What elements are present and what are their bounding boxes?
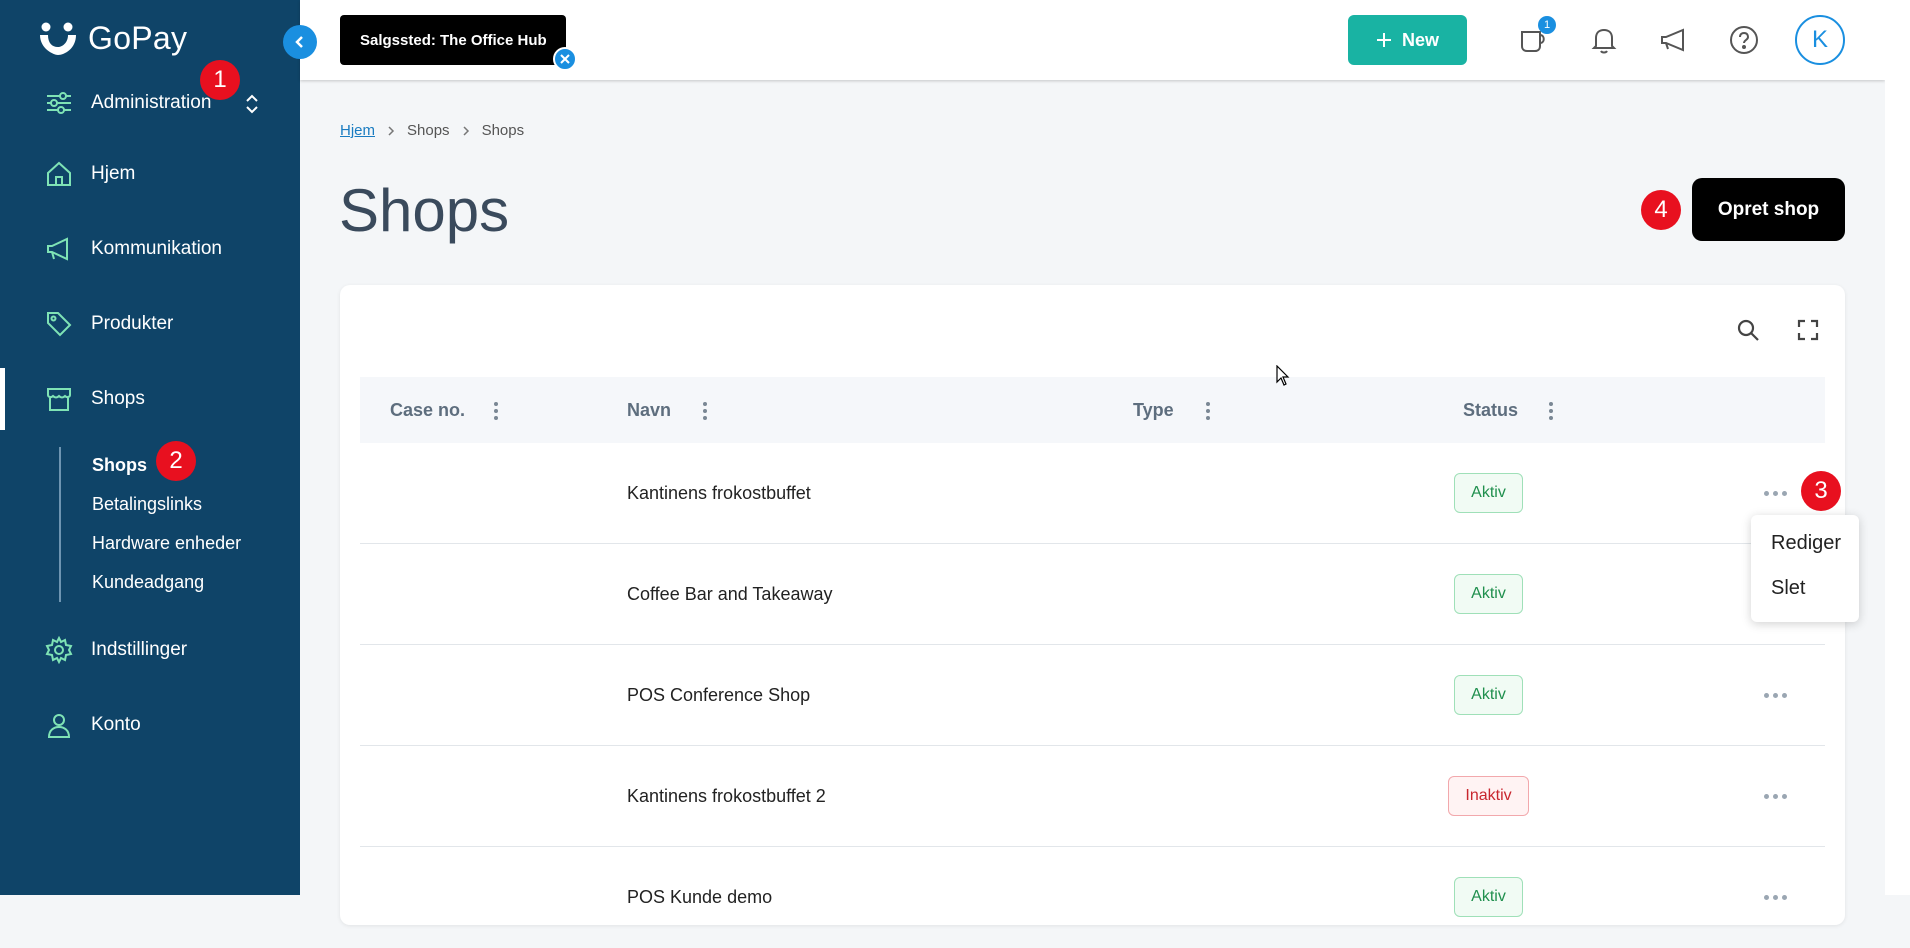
- subnav-item-kundeadgang[interactable]: Kundeadgang: [92, 572, 204, 593]
- gear-icon: [45, 636, 73, 664]
- column-header-navn[interactable]: Navn: [627, 377, 671, 443]
- subnav-item-betalingslinks[interactable]: Betalingslinks: [92, 494, 202, 515]
- column-menu-icon[interactable]: [1548, 401, 1554, 421]
- shops-table-card: Case no. Navn Type Status Kantinens frok…: [340, 285, 1845, 925]
- sidebar: GoPay Administration Hjem Kommunikation …: [0, 0, 300, 895]
- row-actions-button[interactable]: [1755, 786, 1795, 806]
- gopay-logo[interactable]: GoPay: [38, 20, 187, 57]
- subnav-item-hardware[interactable]: Hardware enheder: [92, 533, 241, 554]
- clear-sales-point-button[interactable]: [553, 47, 577, 71]
- table-row[interactable]: POS Kunde demo Aktiv: [360, 847, 1825, 948]
- mouse-cursor-icon: [1276, 365, 1290, 386]
- sliders-icon: [47, 92, 71, 114]
- collapse-sidebar-button[interactable]: [283, 25, 317, 59]
- breadcrumb-current: Shops: [481, 122, 525, 139]
- home-icon: [47, 161, 71, 186]
- sidebar-item-label: Hjem: [91, 163, 136, 184]
- page-scrollbar-track: [1885, 0, 1910, 895]
- plus-icon: [1376, 33, 1391, 47]
- shop-name: Kantinens frokostbuffet: [627, 482, 811, 503]
- annotation-marker-3: 3: [1801, 471, 1841, 511]
- notification-badge: 1: [1538, 16, 1556, 34]
- logo-text: GoPay: [88, 20, 188, 56]
- table-fullscreen-button[interactable]: [1793, 315, 1823, 345]
- page-title: Shops: [339, 177, 510, 244]
- megaphone-icon: [1661, 28, 1684, 52]
- table-search-button[interactable]: [1733, 315, 1763, 345]
- table-row[interactable]: Coffee Bar and Takeaway Aktiv: [360, 544, 1825, 645]
- sidebar-item-shops[interactable]: Shops: [0, 368, 300, 430]
- sidebar-item-indstillinger[interactable]: Indstillinger: [0, 619, 300, 681]
- subnav-item-shops[interactable]: Shops: [92, 455, 147, 476]
- create-shop-button[interactable]: Opret shop: [1692, 178, 1845, 241]
- breadcrumb-item[interactable]: Shops: [407, 122, 450, 139]
- status-badge: Aktiv: [1454, 675, 1523, 715]
- status-badge: Inaktiv: [1448, 776, 1529, 816]
- status-badge: Aktiv: [1454, 877, 1523, 917]
- table-row[interactable]: POS Conference Shop Aktiv: [360, 645, 1825, 746]
- annotation-marker-1: 1: [200, 60, 240, 100]
- breadcrumb: Hjem Shops Shops: [340, 122, 524, 139]
- shop-name: Coffee Bar and Takeaway: [627, 583, 833, 604]
- sidebar-item-label: Shops: [91, 388, 145, 409]
- search-icon: [1737, 319, 1759, 341]
- top-bar: Salgssted: The Office Hub New 1 K: [300, 0, 1885, 80]
- column-menu-icon[interactable]: [1205, 401, 1211, 421]
- annotation-marker-4: 4: [1641, 190, 1681, 230]
- tag-icon: [47, 312, 72, 337]
- user-icon: [47, 714, 71, 738]
- table-row[interactable]: Kantinens frokostbuffet 2 Inaktiv: [360, 746, 1825, 847]
- sales-point-label: Salgssted: The Office Hub: [360, 31, 547, 49]
- chevron-right-icon: [388, 125, 395, 136]
- column-header-case-no[interactable]: Case no.: [390, 377, 465, 443]
- status-badge: Aktiv: [1454, 574, 1523, 614]
- megaphone-icon: [47, 237, 68, 261]
- avatar[interactable]: K: [1795, 15, 1845, 65]
- new-button-label: New: [1401, 29, 1439, 50]
- sidebar-item-label: Kommunikation: [91, 238, 222, 259]
- sidebar-item-hjem[interactable]: Hjem: [0, 143, 300, 205]
- table-header: Case no. Navn Type Status: [360, 377, 1825, 443]
- column-header-status[interactable]: Status: [1463, 377, 1518, 443]
- new-button[interactable]: New: [1348, 15, 1467, 65]
- breadcrumb-home-link[interactable]: Hjem: [340, 122, 375, 139]
- help-icon: [1730, 26, 1758, 54]
- sales-point-chip[interactable]: Salgssted: The Office Hub: [340, 15, 566, 65]
- sidebar-item-konto[interactable]: Konto: [0, 694, 300, 756]
- help-button[interactable]: [1726, 22, 1762, 58]
- table-row[interactable]: Kantinens frokostbuffet Aktiv: [360, 443, 1825, 544]
- notifications-button[interactable]: [1586, 22, 1622, 58]
- chevron-right-icon: [463, 125, 469, 136]
- sidebar-item-label: Konto: [91, 714, 141, 735]
- sidebar-item-label: Indstillinger: [91, 639, 188, 660]
- status-badge: Aktiv: [1454, 473, 1523, 513]
- menu-item-slet[interactable]: Slet: [1771, 577, 1805, 600]
- orders-button[interactable]: 1: [1516, 16, 1556, 58]
- close-icon: [560, 54, 570, 64]
- chevron-left-icon: [295, 36, 303, 48]
- row-actions-menu: Rediger Slet: [1751, 515, 1859, 622]
- sidebar-item-produkter[interactable]: Produkter: [0, 293, 300, 355]
- workspace-label: Administration: [91, 92, 212, 113]
- sidebar-item-kommunikation[interactable]: Kommunikation: [0, 218, 300, 280]
- annotation-marker-2: 2: [156, 441, 196, 481]
- shop-name: Kantinens frokostbuffet 2: [627, 785, 826, 806]
- column-menu-icon[interactable]: [702, 401, 708, 421]
- announcements-button[interactable]: [1656, 22, 1692, 58]
- row-actions-button[interactable]: [1755, 685, 1795, 705]
- submenu-line: [59, 447, 61, 602]
- row-actions-button[interactable]: [1755, 483, 1795, 503]
- store-icon: [47, 388, 71, 411]
- column-menu-icon[interactable]: [493, 401, 499, 421]
- row-actions-button[interactable]: [1755, 887, 1795, 907]
- shop-name: POS Conference Shop: [627, 684, 811, 705]
- sidebar-item-label: Produkter: [91, 313, 174, 334]
- shop-name: POS Kunde demo: [627, 886, 773, 907]
- column-header-type[interactable]: Type: [1133, 377, 1174, 443]
- menu-item-rediger[interactable]: Rediger: [1771, 532, 1841, 555]
- fullscreen-icon: [1797, 319, 1819, 341]
- bell-icon: [1591, 28, 1617, 54]
- gopay-logo-icon: [38, 21, 78, 57]
- chevron-updown-icon[interactable]: [244, 92, 260, 116]
